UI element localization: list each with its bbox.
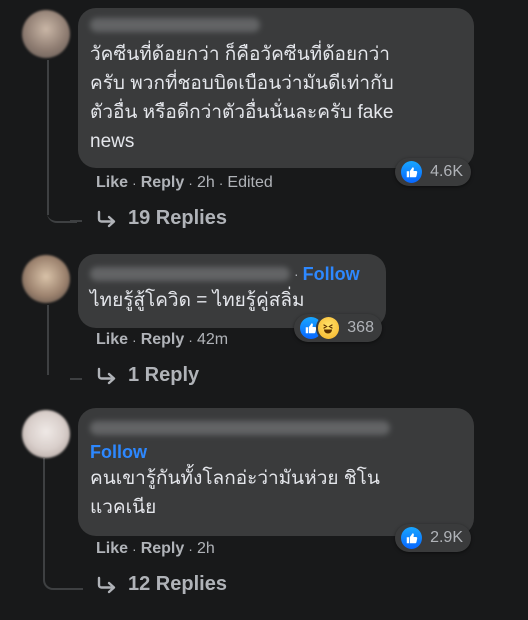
haha-reaction-icon <box>315 315 342 341</box>
reply-button[interactable]: Reply <box>141 540 185 558</box>
view-replies-button[interactable]: 19 Replies <box>96 207 227 230</box>
comment-actions: Like · Reply · 42m <box>96 331 228 349</box>
comment-text: ไทยรู้สู้โควิด = ไทยรู้คู่สลิ่ม <box>90 290 305 311</box>
timestamp[interactable]: 2h <box>197 174 215 192</box>
view-replies-button[interactable]: 12 Replies <box>96 573 227 596</box>
reaction-summary[interactable]: 4.6K <box>395 158 471 186</box>
avatar[interactable] <box>22 10 70 58</box>
thread-stub-1 <box>70 220 82 222</box>
separator-dot: · <box>132 541 137 557</box>
author-name-blurred <box>90 16 462 34</box>
avatar[interactable] <box>22 255 70 303</box>
reaction-summary[interactable]: 2.9K <box>395 524 471 552</box>
comment-bubble: วัคซีนที่ด้อยกว่า ก็คือวัคซีนที่ด้อยกว่า… <box>78 8 474 168</box>
author-name[interactable] <box>90 17 260 32</box>
reaction-count: 368 <box>347 319 374 336</box>
separator-dot: · <box>188 175 193 191</box>
like-button[interactable]: Like <box>96 331 128 349</box>
comment-text: วัคซีนที่ด้อยกว่า ก็คือวัคซีนที่ด้อยกว่า… <box>90 44 394 152</box>
like-button[interactable]: Like <box>96 540 128 558</box>
separator-dot: · <box>294 266 299 282</box>
reply-arrow-icon <box>97 367 116 384</box>
timestamp[interactable]: 2h <box>197 540 215 558</box>
author-line <box>90 416 462 440</box>
edited-label: Edited <box>227 174 273 191</box>
comment-actions: Like · Reply · 2h <box>96 540 215 558</box>
thread-elbow-1 <box>47 195 77 223</box>
thread-elbow-3 <box>43 458 83 590</box>
reply-arrow-icon <box>97 210 116 227</box>
reaction-summary[interactable]: 368 <box>294 314 382 342</box>
reaction-count: 4.6K <box>430 163 463 180</box>
like-button[interactable]: Like <box>96 174 128 192</box>
reaction-count: 2.9K <box>430 529 463 546</box>
replies-count-label: 12 Replies <box>128 573 227 595</box>
thread-line-1 <box>47 60 49 215</box>
view-replies-button[interactable]: 1 Reply <box>96 364 199 387</box>
thread-stub-2 <box>70 378 82 380</box>
comment-bubble: Follow คนเขารู้กันทั้งโลกอ่ะว่ามันห่วย ช… <box>78 408 474 536</box>
author-line: · Follow <box>90 262 374 286</box>
replies-count-label: 19 Replies <box>128 207 227 229</box>
separator-dot: · <box>218 175 224 191</box>
comment-text: คนเขารู้กันทั้งโลกอ่ะว่ามันห่วย ชิโน แวค… <box>90 468 380 518</box>
timestamp[interactable]: 42m <box>197 331 228 349</box>
like-reaction-icon <box>399 159 425 185</box>
comment-actions: Like · Reply · 2h · Edited <box>96 174 273 192</box>
follow-button[interactable]: Follow <box>90 440 462 464</box>
replies-count-label: 1 Reply <box>128 364 200 386</box>
separator-dot: · <box>188 541 193 557</box>
author-name[interactable] <box>90 267 290 281</box>
avatar[interactable] <box>22 410 70 458</box>
like-reaction-icon <box>399 525 425 551</box>
separator-dot: · <box>132 332 137 348</box>
reply-button[interactable]: Reply <box>141 331 185 349</box>
reply-arrow-icon <box>97 576 116 593</box>
separator-dot: · <box>132 175 137 191</box>
author-name[interactable] <box>90 421 390 435</box>
separator-dot: · <box>188 332 193 348</box>
follow-button[interactable]: Follow <box>303 264 360 285</box>
reply-button[interactable]: Reply <box>141 174 185 192</box>
thread-line-2 <box>47 305 49 375</box>
